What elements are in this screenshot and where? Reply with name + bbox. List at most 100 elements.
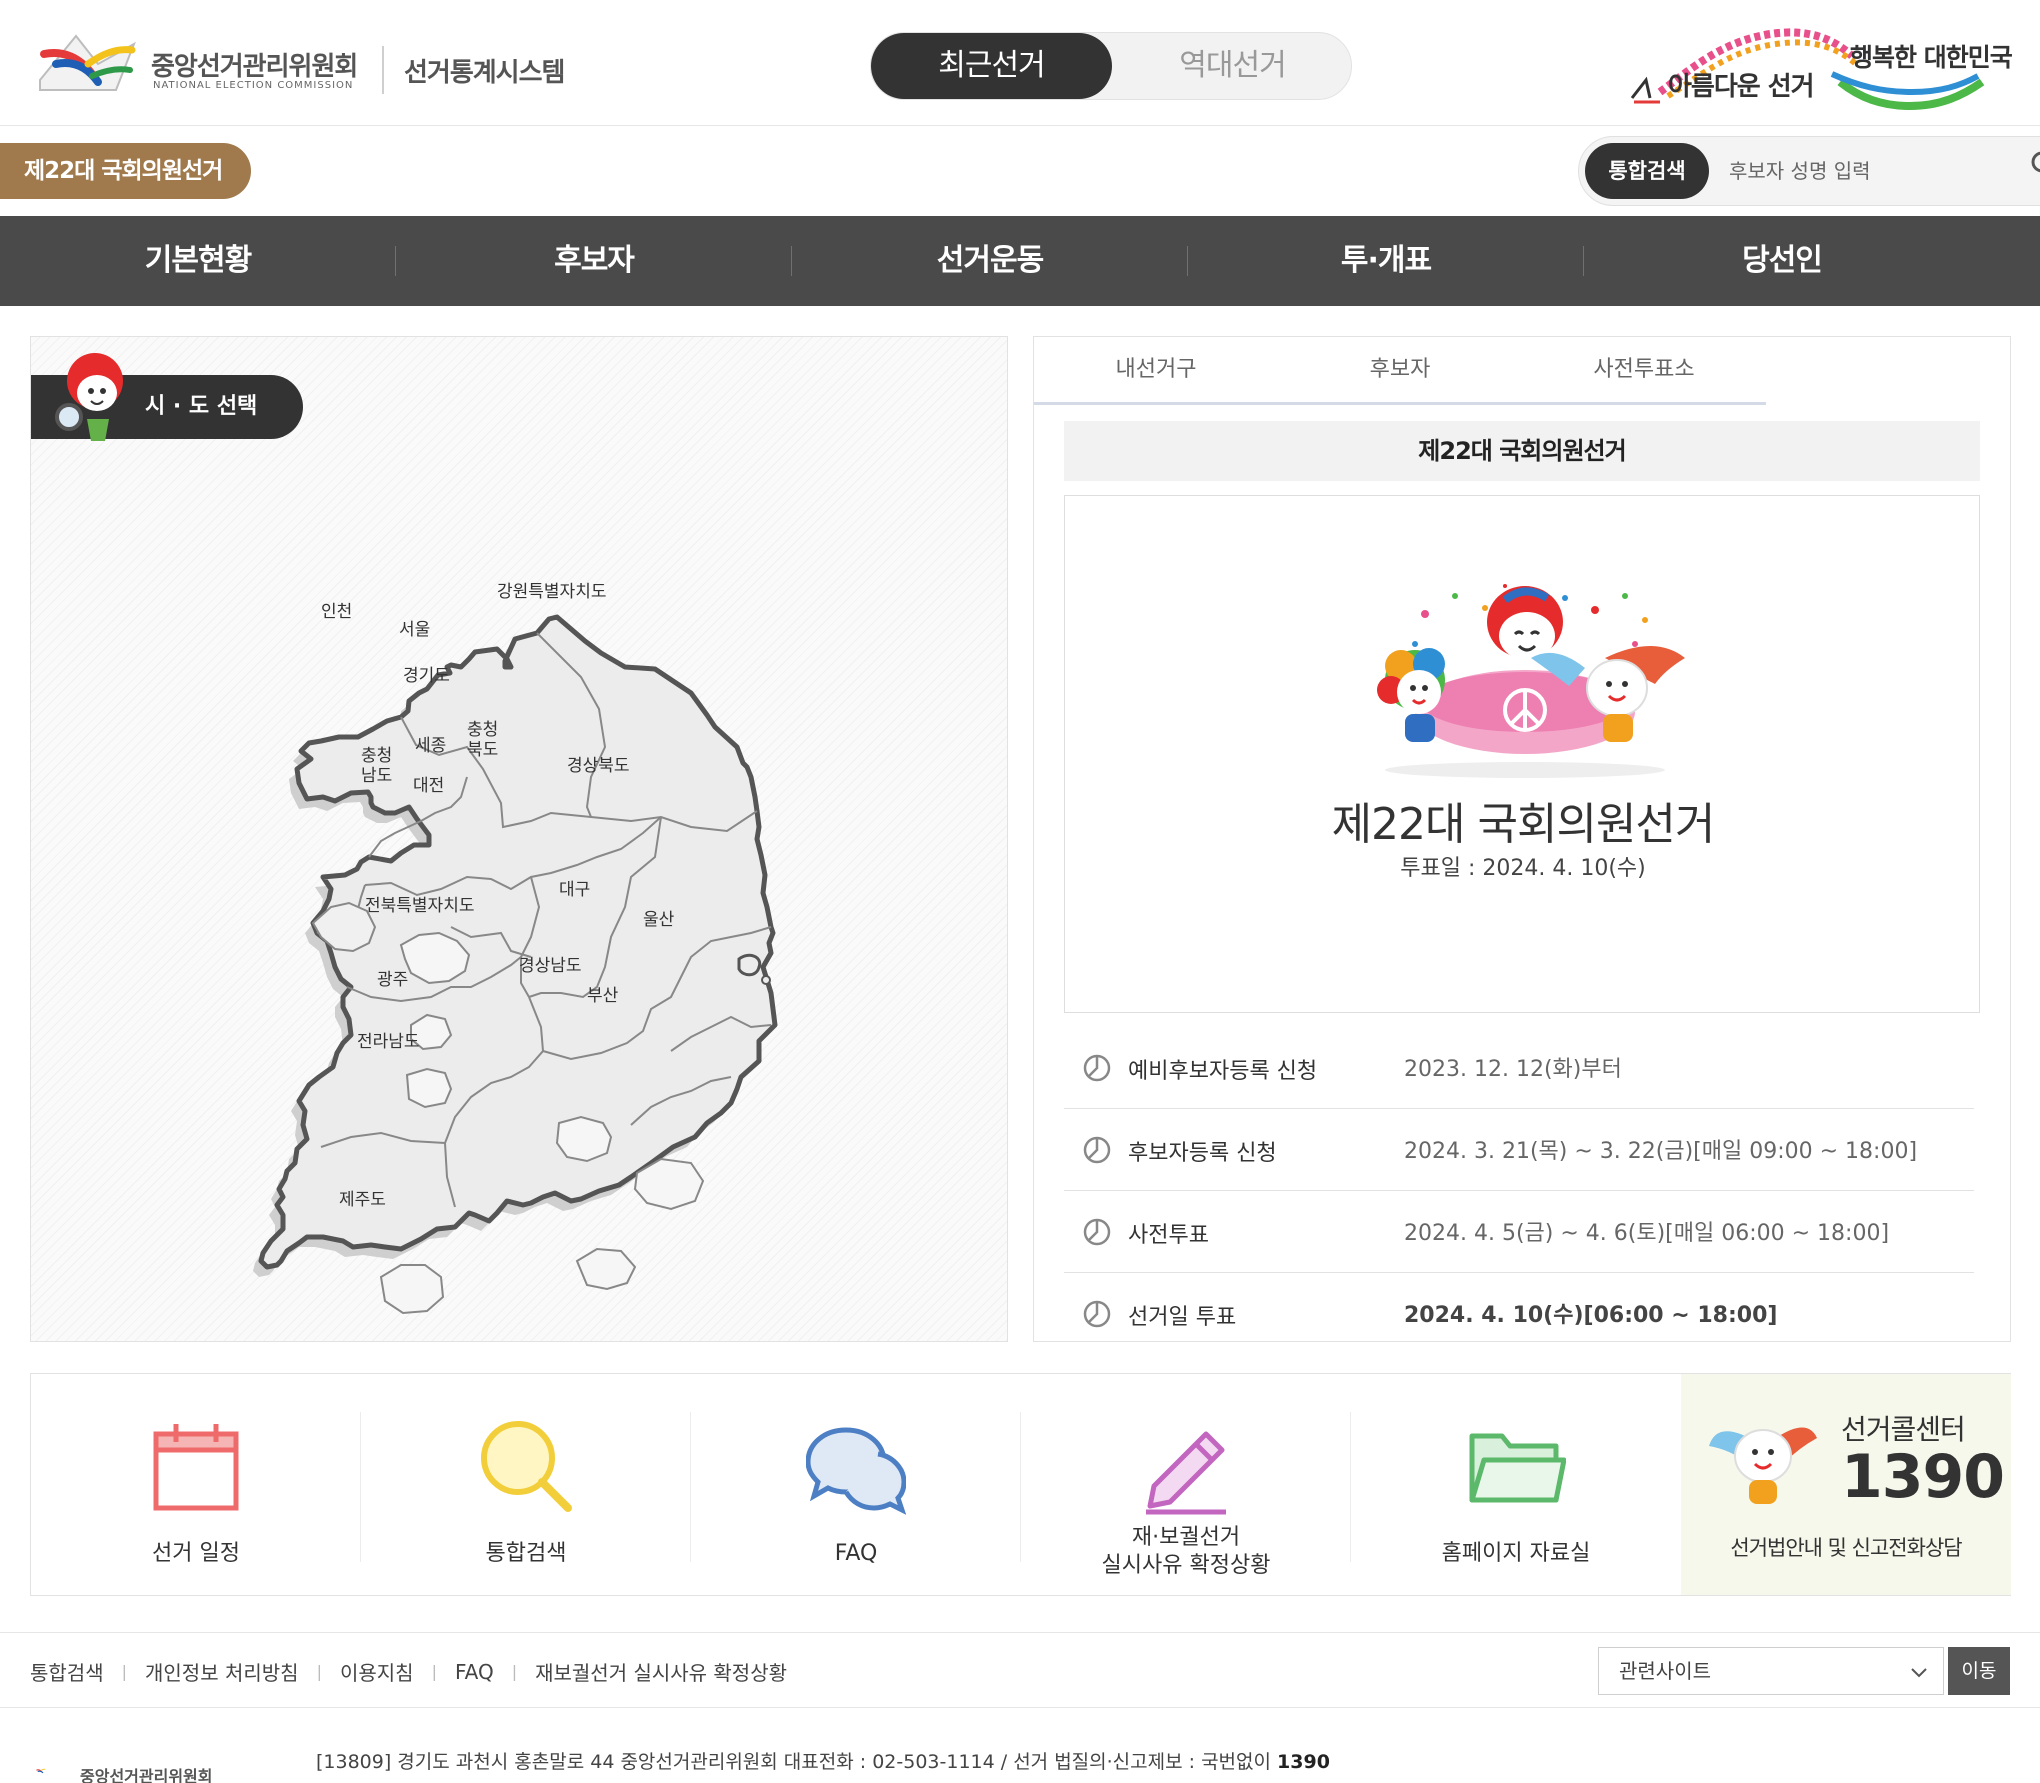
recent-election-button[interactable]: 최근선거 xyxy=(871,33,1112,99)
region-incheon[interactable]: 인천 xyxy=(321,602,352,622)
quick-label: FAQ xyxy=(834,1541,878,1566)
quick-integrated-search[interactable]: 통합검색 xyxy=(361,1374,691,1595)
search-icon[interactable] xyxy=(2030,150,2040,180)
callcenter-number: 1390 xyxy=(1841,1442,2005,1512)
integrated-search: 통합검색 xyxy=(1578,136,2040,206)
candidate-search-input[interactable] xyxy=(1729,149,2029,193)
clock-icon xyxy=(1083,1054,1111,1082)
nav-basic-status[interactable]: 기본현황 xyxy=(0,216,396,306)
region-jeju[interactable]: 제주도 xyxy=(339,1190,386,1210)
election-poster: 제22대 국회의원선거 투표일 : 2024. 4. 10(수) xyxy=(1064,495,1980,1013)
chevron-down-icon xyxy=(1911,1668,1927,1678)
nav-winners[interactable]: 당선인 xyxy=(1584,216,1980,306)
related-sites-value: 관련사이트 xyxy=(1619,1659,1711,1683)
tab-my-district[interactable]: 내선거구 xyxy=(1034,337,1278,403)
schedule-label: 후보자등록 신청 xyxy=(1128,1141,1277,1166)
go-button[interactable]: 이동 xyxy=(1948,1647,2010,1695)
tab-candidates[interactable]: 후보자 xyxy=(1278,337,1522,403)
region-daegu[interactable]: 대구 xyxy=(559,880,590,900)
schedule-value: 2024. 4. 5(금) ~ 4. 6(토)[매일 06:00 ~ 18:00… xyxy=(1404,1221,1890,1246)
main-navigation: 기본현황 후보자 선거운동 투·개표 당선인 xyxy=(0,216,2040,306)
org-sub-name: NATIONAL ELECTION COMMISSION xyxy=(153,80,354,91)
past-election-button[interactable]: 역대선거 xyxy=(1112,33,1353,99)
pencil-icon xyxy=(1146,1431,1226,1515)
footer-link-faq[interactable]: FAQ xyxy=(455,1660,494,1684)
current-election-badge[interactable]: 제22대 국회의원선거 xyxy=(0,143,251,199)
region-jeonbuk[interactable]: 전북특별자치도 xyxy=(365,896,474,916)
folder-icon xyxy=(1469,1433,1566,1503)
footer-nav: 통합검색 | 개인정보 처리방침 | 이용지침 | FAQ | 재보궐선거 실시… xyxy=(30,1657,787,1686)
region-chungbuk-line1[interactable]: 충청 xyxy=(467,720,498,740)
footer-separator: | xyxy=(431,1662,437,1681)
footer-separator: | xyxy=(511,1662,518,1681)
region-chungnam-line1[interactable]: 충청 xyxy=(361,746,392,766)
clock-icon xyxy=(1083,1300,1111,1328)
schedule-label: 예비후보자등록 신청 xyxy=(1128,1059,1318,1084)
tab-early-polling[interactable]: 사전투표소 xyxy=(1522,337,1766,403)
quick-label: 선거 일정 xyxy=(152,1541,240,1566)
region-sejong[interactable]: 세종 xyxy=(415,736,446,756)
schedule-label: 선거일 투표 xyxy=(1128,1305,1237,1330)
footer-link-reelection[interactable]: 재보궐선거 실시사유 확정상황 xyxy=(535,1657,787,1686)
quick-election-schedule[interactable]: 선거 일정 xyxy=(31,1374,361,1595)
org-name[interactable]: 중앙선거관리위원회 xyxy=(151,46,358,83)
nav-candidates[interactable]: 후보자 xyxy=(396,216,792,306)
region-chungnam-line2[interactable]: 남도 xyxy=(361,766,392,786)
election-schedule: 예비후보자등록 신청 2023. 12. 12(화)부터 후보자등록 신청 20… xyxy=(1064,1027,1974,1355)
speech-bubbles-icon xyxy=(806,1427,906,1515)
schedule-label: 사전투표 xyxy=(1128,1223,1209,1248)
poster-date: 투표일 : 2024. 4. 10(수) xyxy=(1400,856,1646,881)
region-chungbuk-line2[interactable]: 북도 xyxy=(467,740,498,760)
mascot-icon xyxy=(1709,1427,1817,1504)
nec-logo-icon[interactable] xyxy=(36,24,138,100)
korea-map: 인천 서울 경기도 강원특별자치도 충청 북도 충청 남도 세종 대전 경상북도… xyxy=(253,582,778,1315)
nav-voting-counting[interactable]: 투·개표 xyxy=(1188,216,1584,306)
schedule-row: 선거일 투표 2024. 4. 10(수)[06:00 ~ 18:00] xyxy=(1064,1273,1974,1355)
clock-icon xyxy=(1083,1136,1111,1164)
footer-bottom: 중앙선거관리위원회 [13809] 경기도 과천시 홍촌말로 44 중앙선거관리… xyxy=(0,1709,2040,1783)
sub-bar: 제22대 국회의원선거 통합검색 xyxy=(0,127,2040,216)
footer-links-bar: 통합검색 | 개인정보 처리방침 | 이용지침 | FAQ | 재보궐선거 실시… xyxy=(0,1632,2040,1708)
quick-faq[interactable]: FAQ xyxy=(691,1374,1021,1595)
mascot-ballot-icon xyxy=(1377,584,1685,778)
nec-logo-icon xyxy=(36,1768,46,1774)
region-ulsan[interactable]: 울산 xyxy=(643,910,675,930)
footer-address-hotline: 1390 xyxy=(1277,1751,1330,1773)
integrated-search-tab[interactable]: 통합검색 xyxy=(1585,143,1709,199)
region-gyeongnam[interactable]: 경상남도 xyxy=(519,956,582,976)
quick-archive[interactable]: 홈페이지 자료실 xyxy=(1351,1374,1681,1595)
region-gyeonggi[interactable]: 경기도 xyxy=(403,666,450,686)
election-title-bar: 제22대 국회의원선거 xyxy=(1064,421,1980,481)
region-seoul[interactable]: 서울 xyxy=(399,620,430,640)
magnifier-icon xyxy=(481,1421,572,1512)
slogan-top-text: 행복한 대한민국 xyxy=(1850,43,2013,72)
schedule-row: 사전투표 2024. 4. 5(금) ~ 4. 6(토)[매일 06:00 ~ … xyxy=(1064,1191,1974,1273)
election-toggle: 최근선거 역대선거 xyxy=(870,32,1352,100)
region-gangwon[interactable]: 강원특별자치도 xyxy=(497,582,606,602)
clock-icon xyxy=(1083,1218,1111,1246)
schedule-value: 2024. 3. 21(목) ~ 3. 22(금)[매일 09:00 ~ 18:… xyxy=(1404,1139,1918,1164)
slogan-bottom-text: 아름다운 선거 xyxy=(1668,72,1815,102)
footer-address: [13809] 경기도 과천시 홍촌말로 44 중앙선거관리위원회 대표전화 :… xyxy=(316,1747,1330,1774)
footer-logo-text: 중앙선거관리위원회 xyxy=(80,1767,213,1783)
footer-link-terms[interactable]: 이용지침 xyxy=(340,1657,414,1686)
poster-title: 제22대 국회의원선거 xyxy=(1331,799,1716,850)
schedule-value: 2023. 12. 12(화)부터 xyxy=(1404,1057,1622,1082)
region-gwangju[interactable]: 광주 xyxy=(377,970,408,990)
slogan-banner: 행복한 대한민국 아름다운 선거 xyxy=(1620,20,2020,110)
region-busan[interactable]: 부산 xyxy=(587,986,619,1006)
election-info-panel: 내선거구 후보자 사전투표소 제22대 국회의원선거 제22대 국회의원선거 투… xyxy=(1033,336,2011,1342)
quick-label: 재·보궐선거 xyxy=(1131,1525,1241,1550)
region-jeonnam[interactable]: 전라남도 xyxy=(357,1032,420,1052)
system-name[interactable]: 선거통계시스템 xyxy=(404,52,565,89)
quick-reelection-status[interactable]: 재·보궐선거 실시사유 확정상황 xyxy=(1021,1374,1351,1595)
callcenter-banner[interactable]: 선거콜센터 1390 선거법안내 및 신고전화상담 xyxy=(1681,1374,2011,1595)
region-gyeongbuk[interactable]: 경상북도 xyxy=(567,756,630,776)
footer-link-privacy[interactable]: 개인정보 처리방침 xyxy=(145,1657,299,1686)
region-daejeon[interactable]: 대전 xyxy=(413,776,444,796)
footer-link-search[interactable]: 통합검색 xyxy=(30,1657,104,1686)
related-sites-select[interactable]: 관련사이트 xyxy=(1598,1647,1944,1695)
footer-separator: | xyxy=(121,1662,127,1681)
schedule-value: 2024. 4. 10(수)[06:00 ~ 18:00] xyxy=(1404,1303,1778,1328)
nav-campaign[interactable]: 선거운동 xyxy=(792,216,1188,306)
